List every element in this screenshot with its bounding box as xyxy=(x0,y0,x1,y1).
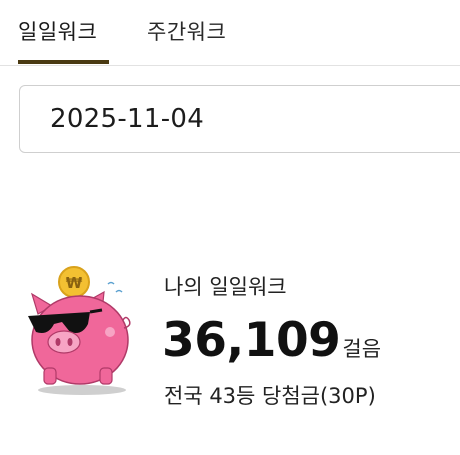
piggy-bank-sunglasses-icon: ₩ xyxy=(24,262,136,398)
steps-unit: 걸음 xyxy=(342,337,382,361)
my-daily-walk-label: 나의 일일워크 xyxy=(164,275,287,299)
date-value: 2025-11-04 xyxy=(50,104,205,134)
steps-row: 36,109걸음 xyxy=(162,313,381,368)
steps-count: 36,109 xyxy=(162,313,341,368)
tab-weekly-walk[interactable]: 주간워크 xyxy=(147,16,226,46)
coin-symbol: ₩ xyxy=(66,274,83,292)
tab-daily-walk[interactable]: 일일워크 xyxy=(18,16,97,46)
rank-and-prize-text: 전국 43등 당첨금(30P) xyxy=(164,384,376,408)
date-picker-field[interactable]: 2025-11-04 xyxy=(19,85,460,153)
tab-bar: 일일워크 주간워크 xyxy=(0,0,460,66)
active-tab-indicator xyxy=(18,60,109,64)
